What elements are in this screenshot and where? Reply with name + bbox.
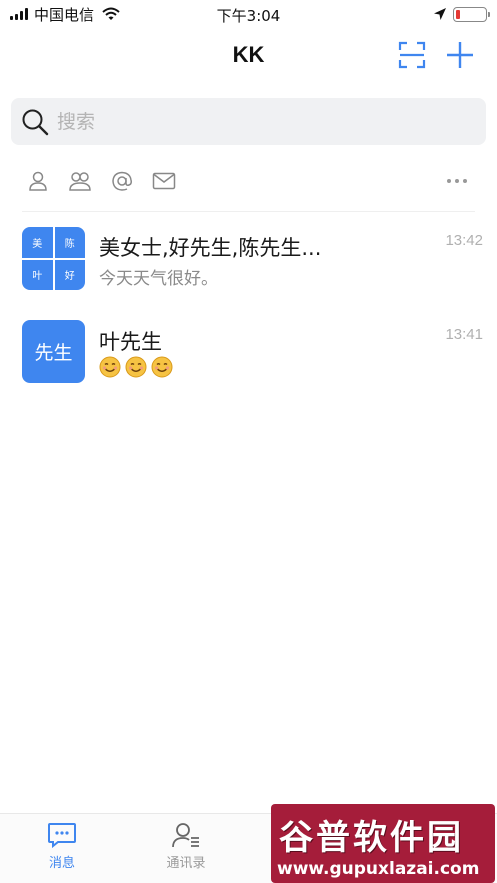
avatar-cell: 叶	[22, 259, 53, 290]
smiling-face-icon	[99, 356, 121, 378]
group-icon	[69, 172, 91, 191]
carrier-name: 中国电信	[34, 5, 95, 24]
divider	[22, 211, 475, 212]
conversation-preview	[99, 356, 177, 378]
conversation-name: 美女士,好先生,陈先生...	[99, 236, 322, 260]
location-arrow-icon	[434, 8, 446, 20]
avatar-cell: 好	[54, 259, 85, 290]
watermark-logo: 谷普软件园	[279, 818, 464, 858]
contacts-icon	[172, 823, 199, 848]
conversation-time: 13:41	[445, 326, 483, 343]
tab-contacts-label: 通讯录	[166, 856, 206, 871]
scan-icon	[398, 41, 426, 69]
smiling-face-icon	[125, 356, 147, 378]
avatar-cell: 陈	[54, 227, 85, 258]
at-icon	[112, 171, 132, 191]
tab-messages-label: 消息	[48, 856, 75, 871]
filter-mail-button[interactable]	[151, 168, 177, 194]
avatar-label: 先生	[34, 342, 73, 364]
status-bar: 中国电信 下午3:04	[0, 0, 497, 28]
more-button[interactable]	[444, 168, 470, 194]
wifi-icon	[102, 7, 120, 20]
conversation-item[interactable]: 先生 叶先生 13:41	[0, 312, 497, 402]
contact-avatar: 先生	[22, 320, 85, 383]
watermark: 谷普软件园 www.gupuxlazai.com	[271, 804, 495, 883]
tab-messages[interactable]: 消息	[22, 822, 102, 878]
search-input[interactable]	[57, 110, 457, 133]
conversation-preview: 今天天气很好。	[99, 269, 218, 289]
person-icon	[29, 171, 47, 191]
search-icon	[22, 109, 49, 135]
plus-icon	[447, 42, 473, 68]
add-button[interactable]	[443, 38, 477, 72]
signal-strength-icon	[10, 8, 28, 20]
watermark-url: www.gupuxlazai.com	[277, 859, 480, 879]
group-avatar: 美 陈 叶 好	[22, 227, 85, 290]
chat-icon	[48, 823, 76, 848]
more-icon	[447, 179, 467, 183]
battery-level	[456, 9, 461, 19]
battery-icon	[453, 6, 490, 22]
mail-icon	[152, 172, 176, 190]
nav-bar: KK	[0, 28, 497, 86]
tab-contacts[interactable]: 通讯录	[146, 822, 226, 878]
filter-mentions-button[interactable]	[109, 168, 135, 194]
search-bar[interactable]	[11, 98, 486, 145]
filter-groups-button[interactable]	[67, 168, 93, 194]
conversation-time: 13:42	[445, 232, 483, 249]
filter-contacts-button[interactable]	[25, 168, 51, 194]
smiling-face-icon	[151, 356, 173, 378]
avatar-cell: 美	[22, 227, 53, 258]
conversation-item[interactable]: 美 陈 叶 好 美女士,好先生,陈先生... 今天天气很好。 13:42	[0, 218, 497, 308]
filter-row	[0, 166, 497, 196]
scan-button[interactable]	[395, 38, 429, 72]
conversation-name: 叶先生	[99, 330, 162, 354]
